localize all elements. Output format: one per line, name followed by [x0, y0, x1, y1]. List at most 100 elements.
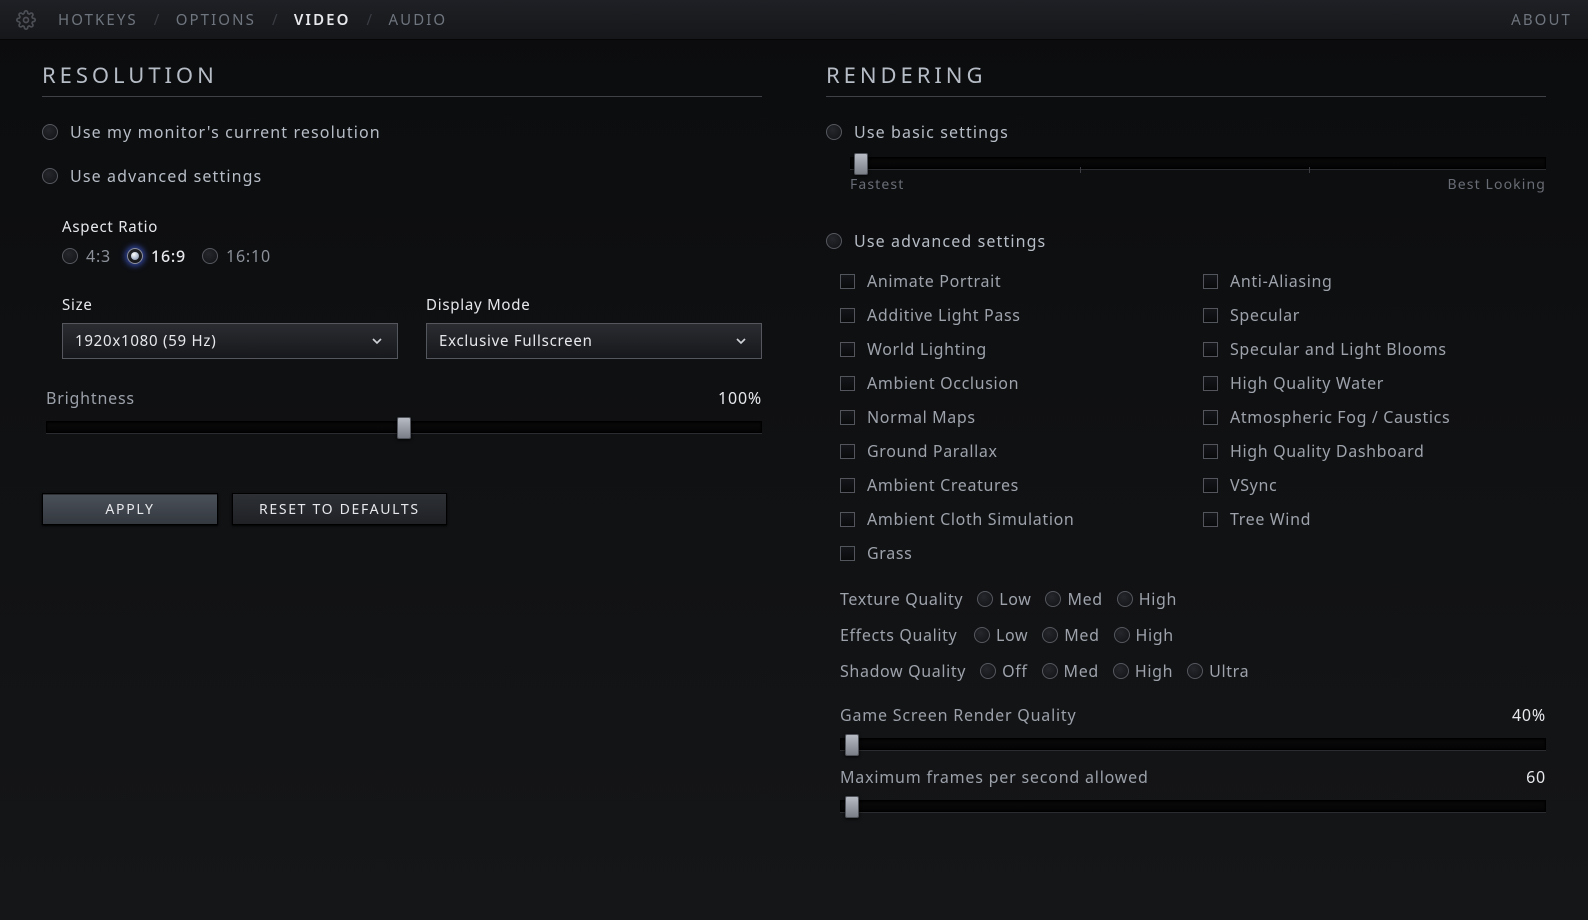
- quality-option-med[interactable]: Med: [1045, 588, 1102, 610]
- slider-handle[interactable]: [845, 796, 859, 818]
- apply-button[interactable]: APPLY: [42, 493, 218, 525]
- rendering-option-basic[interactable]: Use basic settings: [826, 121, 1546, 143]
- checkbox-label: World Lighting: [867, 338, 987, 360]
- quality-radio-rows: Texture QualityLowMedHighEffects Quality…: [840, 588, 1546, 682]
- checkbox-label: Ground Parallax: [867, 440, 998, 462]
- checkbox-animate-portrait[interactable]: Animate Portrait: [840, 270, 1183, 292]
- quality-option-high[interactable]: High: [1113, 660, 1173, 682]
- checkbox-label: Ambient Creatures: [867, 474, 1019, 496]
- quality-option-low[interactable]: Low: [974, 624, 1028, 646]
- checkbox-label: Specular and Light Blooms: [1230, 338, 1447, 360]
- radio-icon: [42, 124, 58, 140]
- about-link[interactable]: ABOUT: [1511, 10, 1572, 30]
- aspect-16-10[interactable]: 16:10: [202, 245, 271, 267]
- brightness-value: 100%: [718, 387, 762, 409]
- checkbox-ambient-cloth-simulation[interactable]: Ambient Cloth Simulation: [840, 508, 1183, 530]
- option-label: High: [1135, 660, 1173, 682]
- basic-slider-label-fastest: Fastest: [850, 175, 904, 194]
- brightness-label: Brightness: [46, 387, 135, 409]
- quality-row-shadow-quality: Shadow Quality Off Med High Ultra: [840, 660, 1546, 682]
- aspect-4-3[interactable]: 4:3: [62, 245, 111, 267]
- checkbox-tree-wind[interactable]: Tree Wind: [1203, 508, 1546, 530]
- option-label: High: [1139, 588, 1177, 610]
- checkbox-icon: [840, 376, 855, 391]
- checkbox-additive-light-pass[interactable]: Additive Light Pass: [840, 304, 1183, 326]
- checkbox-label: Atmospheric Fog / Caustics: [1230, 406, 1450, 428]
- quality-label: Effects Quality: [840, 624, 960, 646]
- resolution-advanced-group: Aspect Ratio 4:3 16:9 16:10 Size: [42, 217, 762, 359]
- radio-icon: [42, 168, 58, 184]
- checkbox-label: Ambient Cloth Simulation: [867, 508, 1074, 530]
- chevron-down-icon: [369, 333, 385, 349]
- max-fps-label: Maximum frames per second allowed: [840, 766, 1149, 788]
- display-mode-dropdown[interactable]: Exclusive Fullscreen: [426, 323, 762, 359]
- quality-option-high[interactable]: High: [1117, 588, 1177, 610]
- checkbox-specular[interactable]: Specular: [1203, 304, 1546, 326]
- checkbox-ambient-creatures[interactable]: Ambient Creatures: [840, 474, 1183, 496]
- resolution-option-monitor[interactable]: Use my monitor's current resolution: [42, 121, 762, 143]
- checkbox-icon: [840, 410, 855, 425]
- render-quality-block: Game Screen Render Quality 40%: [840, 704, 1546, 750]
- render-checkbox-grid: Animate Portrait Anti-Aliasing Additive Li…: [840, 270, 1546, 564]
- radio-label: Use basic settings: [854, 121, 1009, 143]
- slider-handle[interactable]: [854, 153, 868, 175]
- checkbox-label: Additive Light Pass: [867, 304, 1021, 326]
- checkbox-ground-parallax[interactable]: Ground Parallax: [840, 440, 1183, 462]
- checkbox-ambient-occlusion[interactable]: Ambient Occlusion: [840, 372, 1183, 394]
- tab-hotkeys[interactable]: HOTKEYS: [50, 10, 146, 30]
- option-label: Med: [1064, 660, 1099, 682]
- checkbox-high-quality-dashboard[interactable]: High Quality Dashboard: [1203, 440, 1546, 462]
- radio-icon: [127, 248, 143, 264]
- basic-quality-slider[interactable]: Fastest Best Looking: [826, 157, 1546, 194]
- checkbox-specular-and-light-blooms[interactable]: Specular and Light Blooms: [1203, 338, 1546, 360]
- tab-separator: /: [264, 10, 286, 30]
- radio-label: Use my monitor's current resolution: [70, 121, 381, 143]
- quality-option-ultra[interactable]: Ultra: [1187, 660, 1249, 682]
- render-quality-slider[interactable]: [840, 738, 1546, 750]
- rendering-panel: RENDERING Use basic settings Fastest Bes…: [794, 60, 1578, 920]
- checkbox-atmospheric-fog-caustics[interactable]: Atmospheric Fog / Caustics: [1203, 406, 1546, 428]
- max-fps-block: Maximum frames per second allowed 60: [840, 766, 1546, 812]
- checkbox-anti-aliasing[interactable]: Anti-Aliasing: [1203, 270, 1546, 292]
- radio-icon: [980, 663, 996, 679]
- slider-handle[interactable]: [845, 734, 859, 756]
- checkbox-world-lighting[interactable]: World Lighting: [840, 338, 1183, 360]
- button-row: APPLY RESET TO DEFAULTS: [42, 493, 762, 525]
- aspect-ratio-options: 4:3 16:9 16:10: [62, 245, 762, 267]
- quality-option-high[interactable]: High: [1114, 624, 1174, 646]
- quality-option-med[interactable]: Med: [1042, 660, 1099, 682]
- max-fps-value: 60: [1526, 766, 1546, 788]
- reset-defaults-button[interactable]: RESET TO DEFAULTS: [232, 493, 447, 525]
- checkbox-high-quality-water[interactable]: High Quality Water: [1203, 372, 1546, 394]
- rendering-option-advanced[interactable]: Use advanced settings: [826, 230, 1546, 252]
- brightness-slider[interactable]: [46, 421, 762, 433]
- quality-option-off[interactable]: Off: [980, 660, 1027, 682]
- checkbox-vsync[interactable]: VSync: [1203, 474, 1546, 496]
- checkbox-grass[interactable]: Grass: [840, 542, 1183, 564]
- nav-tabs: HOTKEYS / OPTIONS / VIDEO / AUDIO: [50, 10, 455, 30]
- checkbox-icon: [1203, 512, 1218, 527]
- tab-video[interactable]: VIDEO: [286, 10, 359, 30]
- aspect-16-9[interactable]: 16:9: [127, 245, 186, 267]
- checkbox-normal-maps[interactable]: Normal Maps: [840, 406, 1183, 428]
- size-dropdown[interactable]: 1920x1080 (59 Hz): [62, 323, 398, 359]
- checkbox-label: Tree Wind: [1230, 508, 1311, 530]
- radio-icon: [977, 591, 993, 607]
- slider-handle[interactable]: [397, 417, 411, 439]
- tab-audio[interactable]: AUDIO: [380, 10, 455, 30]
- radio-icon: [1113, 663, 1129, 679]
- dropdown-value: Exclusive Fullscreen: [439, 331, 593, 351]
- dropdown-value: 1920x1080 (59 Hz): [75, 331, 216, 351]
- quality-option-low[interactable]: Low: [977, 588, 1031, 610]
- settings-gear-icon[interactable]: [16, 10, 36, 30]
- checkbox-icon: [840, 274, 855, 289]
- max-fps-slider[interactable]: [840, 800, 1546, 812]
- quality-label: Shadow Quality: [840, 660, 966, 682]
- resolution-option-advanced[interactable]: Use advanced settings: [42, 165, 762, 187]
- quality-option-med[interactable]: Med: [1042, 624, 1099, 646]
- option-label: High: [1136, 624, 1174, 646]
- radio-icon: [826, 124, 842, 140]
- tab-options[interactable]: OPTIONS: [168, 10, 264, 30]
- aspect-label: 4:3: [86, 245, 111, 267]
- checkbox-icon: [840, 546, 855, 561]
